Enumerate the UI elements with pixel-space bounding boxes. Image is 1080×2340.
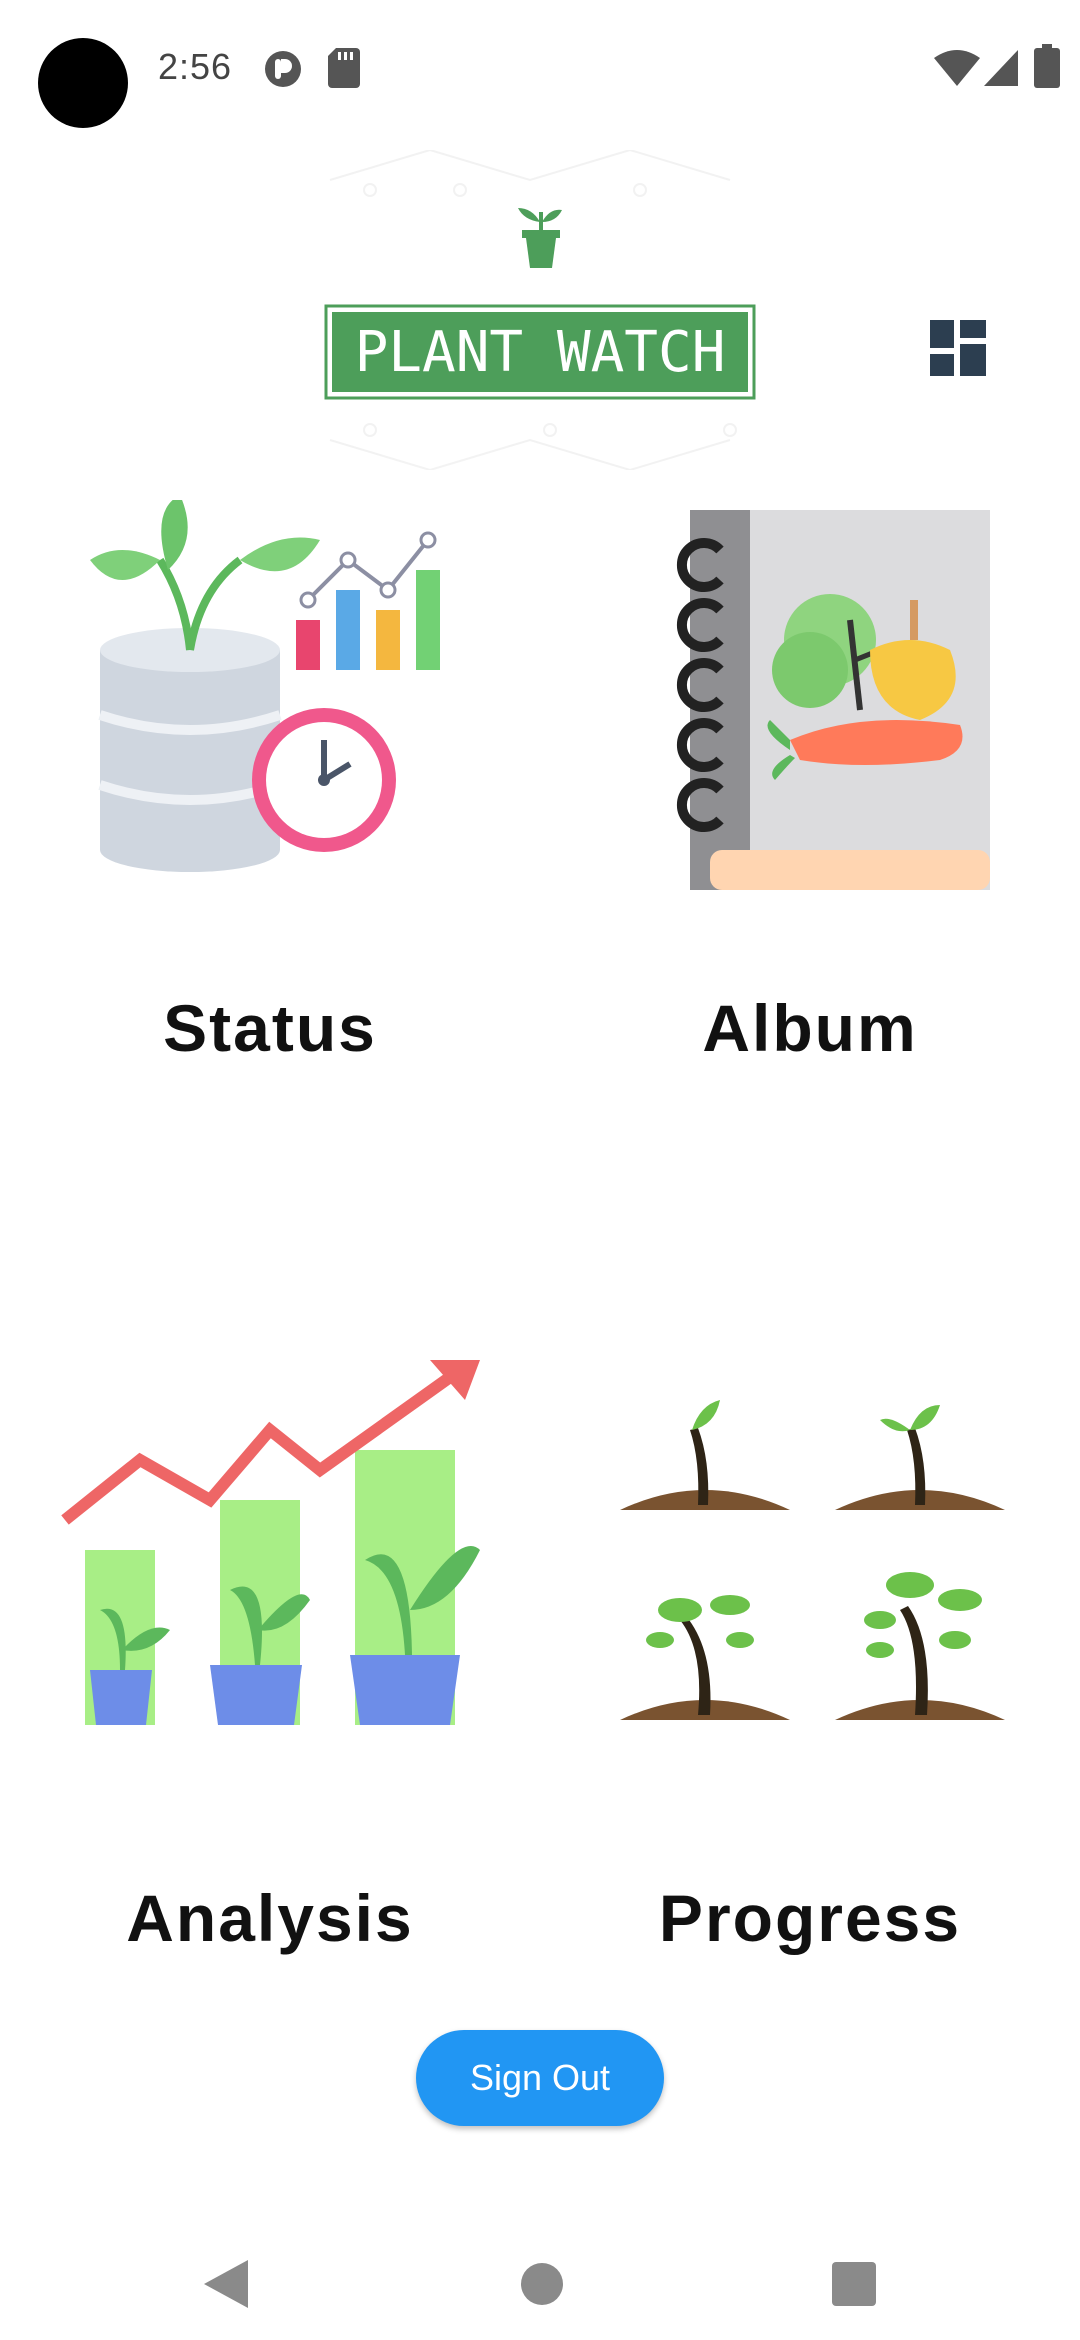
progress-tile[interactable]: Progress (540, 1300, 1080, 1980)
app-logo: PLANT WATCH (310, 148, 770, 472)
dashboard-icon (930, 320, 986, 376)
growth-chart-plants-icon (61, 1360, 480, 1725)
sd-card-icon (328, 48, 360, 88)
back-icon[interactable] (204, 2260, 248, 2308)
recents-icon[interactable] (832, 2262, 876, 2306)
album-label: Album (702, 991, 918, 1065)
home-icon[interactable] (520, 2262, 564, 2306)
progress-label: Progress (658, 1881, 962, 1955)
vegetable-notebook-icon (676, 510, 990, 890)
status-bar: 2:56 (0, 0, 1080, 140)
signal-icon (984, 50, 1018, 86)
analysis-label: Analysis (126, 1881, 414, 1955)
seedling-stages-icon (620, 1400, 1005, 1720)
sign-out-button[interactable]: Sign Out (416, 2030, 664, 2126)
status-tile[interactable]: Status (0, 480, 540, 1120)
status-time: 2:56 (158, 46, 233, 87)
dashboard-button[interactable] (930, 320, 986, 376)
notification-app-icon (265, 51, 301, 87)
album-tile[interactable]: Album (540, 480, 1080, 1120)
plant-database-clock-icon (90, 500, 440, 872)
wifi-icon (934, 50, 980, 86)
status-label: Status (163, 991, 377, 1065)
navigation-bar (0, 2200, 1080, 2340)
logo-text: PLANT WATCH (354, 320, 726, 385)
camera-cutout (38, 38, 128, 128)
battery-icon (1034, 44, 1060, 88)
analysis-tile[interactable]: Analysis (0, 1300, 540, 1980)
